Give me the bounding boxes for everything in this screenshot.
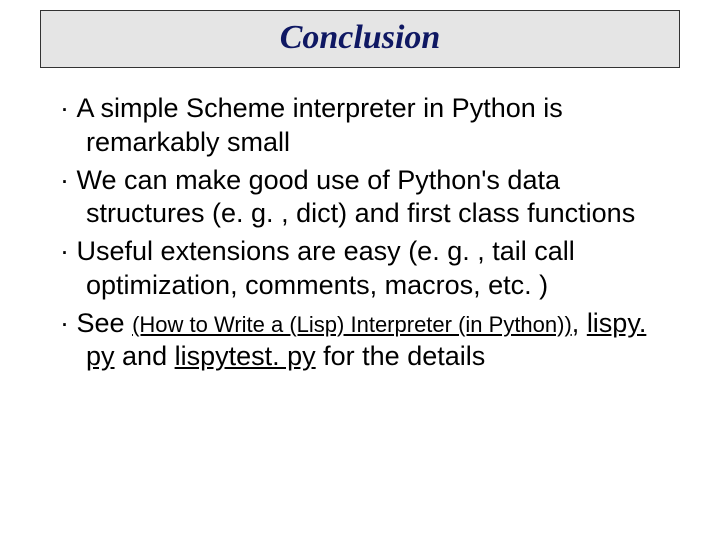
bullet-text: We can make good use of Python's data st… [77,165,636,229]
bullet-text: Useful extensions are easy (e. g. , tail… [77,236,575,300]
bullet-icon: · [60,308,69,338]
bullet-suffix: for the details [316,341,486,371]
reference-link-article[interactable]: (How to Write a (Lisp) Interpreter (in P… [132,312,572,337]
slide-title: Conclusion [41,19,679,57]
slide-body: · A simple Scheme interpreter in Python … [60,92,660,374]
reference-link-lispytest[interactable]: lispytest. py [175,341,316,371]
bullet-item: · A simple Scheme interpreter in Python … [60,92,660,160]
bullet-icon: · [60,93,69,123]
bullet-icon: · [60,236,69,266]
bullet-item: · See (How to Write a (Lisp) Interpreter… [60,307,660,375]
bullet-mid: , [572,308,587,338]
slide: Conclusion · A simple Scheme interpreter… [0,10,720,550]
bullet-icon: · [60,165,69,195]
bullet-prefix: See [77,308,133,338]
bullet-item: · Useful extensions are easy (e. g. , ta… [60,235,660,303]
bullet-mid: and [115,341,175,371]
title-bar: Conclusion [40,10,680,68]
bullet-text: A simple Scheme interpreter in Python is… [77,93,563,157]
bullet-item: · We can make good use of Python's data … [60,164,660,232]
